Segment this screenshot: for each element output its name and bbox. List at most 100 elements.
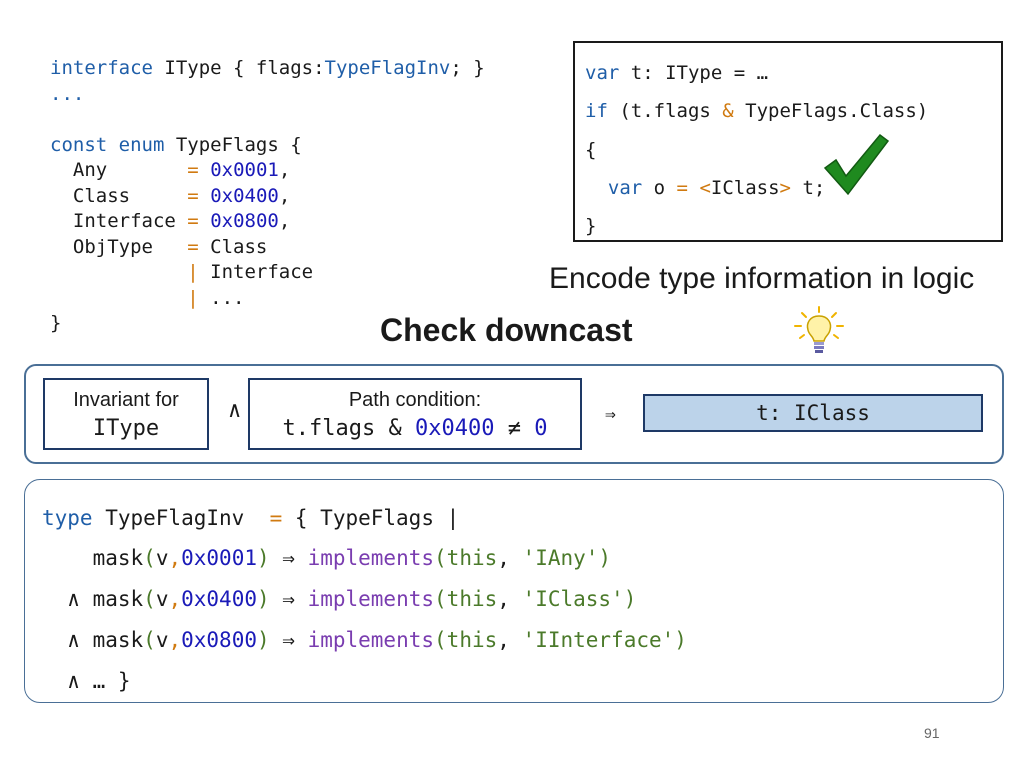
- code-text: ...: [198, 286, 245, 309]
- code-text: v: [155, 628, 169, 652]
- code-type: TypeFlagInv: [324, 57, 451, 79]
- code-text: v: [155, 546, 169, 570]
- invariant-caption: Invariant for: [73, 389, 179, 411]
- code-operator: =: [187, 235, 199, 258]
- path-condition-box: Path condition: t.flags & 0x0400 ≠ 0: [248, 378, 582, 450]
- code-line: }: [585, 215, 596, 237]
- code-text: mask: [92, 587, 144, 611]
- code-keyword: const enum: [50, 133, 165, 156]
- code-line: if (t.flags & TypeFlags.Class): [585, 100, 928, 122]
- code-keyword: if: [585, 100, 608, 122]
- code-text: IType { flags:: [152, 57, 325, 79]
- code-text: this: [446, 628, 498, 652]
- invariant-type: IType: [92, 416, 160, 441]
- code-operator: =: [269, 506, 283, 530]
- code-text: ∧ … }: [42, 669, 131, 693]
- logical-and-symbol: ∧: [228, 398, 242, 423]
- code-number: 0x0800: [181, 628, 257, 652]
- path-condition-caption: Path condition:: [348, 389, 482, 411]
- implies-symbol: ⇒: [605, 404, 616, 425]
- code-text: ⇒: [269, 546, 308, 570]
- code-string: 'IClass': [522, 587, 624, 611]
- code-text: {: [585, 139, 597, 161]
- code-text: ,: [278, 159, 291, 181]
- code-function: implements: [307, 628, 435, 652]
- code-text: o: [642, 177, 677, 199]
- code-keyword: var: [607, 177, 643, 199]
- code-operator: =: [187, 159, 199, 181]
- enum-member-value: 0x0800: [210, 210, 279, 232]
- code-number: 0x0400: [181, 587, 257, 611]
- code-line: var o = <IClass> t;: [585, 177, 825, 199]
- checkmark-icon: [823, 133, 890, 196]
- path-condition-expression: t.flags & 0x0400 ≠ 0: [250, 416, 580, 442]
- code-operator: |: [187, 286, 199, 309]
- enum-member-name: Interface: [50, 210, 188, 232]
- code-number: 0x0400: [414, 416, 495, 441]
- encode-caption: Encode type information in logic: [549, 262, 975, 295]
- downcast-code-box: var t: IType = … if (t.flags & TypeFlags…: [573, 41, 1003, 242]
- type-invariant-panel: type TypeFlagInv = { TypeFlags | mask(v,…: [24, 479, 1004, 703]
- code-text: mask: [92, 628, 144, 652]
- page-number: 91: [924, 725, 940, 741]
- code-text: }: [50, 312, 62, 334]
- code-text: TypeFlags.Class): [733, 100, 929, 122]
- result-type-box: t: IClass: [643, 394, 983, 432]
- code-function: implements: [307, 546, 435, 570]
- code-line: ∧ mask(v,0x0800) ⇒ implements(this, 'IIn…: [42, 628, 687, 652]
- enum-member-value: 0x0400: [210, 184, 279, 207]
- code-text: this: [446, 587, 498, 611]
- code-text: t: IType = …: [619, 62, 769, 84]
- code-operator: =: [187, 210, 199, 232]
- code-operator: <: [699, 177, 711, 199]
- code-text: t.flags &: [282, 416, 415, 441]
- enum-member-name: Class: [50, 184, 188, 207]
- code-operator: =: [187, 184, 199, 207]
- code-operator: &: [722, 100, 734, 122]
- code-text: TypeFlags {: [164, 133, 302, 156]
- code-line: {: [585, 139, 596, 161]
- code-text: ,: [278, 184, 291, 207]
- code-string: 'IInterface': [522, 628, 675, 652]
- code-text: TypeFlagInv: [92, 506, 270, 530]
- code-text: ⇒: [269, 587, 308, 611]
- code-operator: >: [779, 177, 791, 199]
- code-type: IClass: [710, 177, 780, 199]
- code-operator: |: [187, 261, 199, 283]
- code-line: mask(v,0x0001) ⇒ implements(this, 'IAny'…: [42, 546, 611, 570]
- code-keyword: type: [42, 506, 93, 530]
- slide-title: Check downcast: [380, 312, 633, 348]
- code-indent: ∧: [42, 628, 93, 652]
- code-text: Interface: [198, 261, 314, 283]
- code-text: ≠: [494, 416, 535, 441]
- code-text: }: [585, 215, 597, 237]
- enum-member-name: Any: [50, 159, 188, 181]
- code-string: 'IAny': [522, 546, 599, 570]
- code-number: 0x0001: [181, 546, 257, 570]
- code-text: { TypeFlags |: [282, 506, 460, 530]
- lightbulb-icon: [794, 306, 844, 353]
- code-function: implements: [307, 587, 435, 611]
- code-line: type TypeFlagInv = { TypeFlags |: [42, 506, 459, 530]
- code-text: ⇒: [269, 628, 308, 652]
- code-text: v: [155, 587, 169, 611]
- code-indent: ∧: [42, 587, 93, 611]
- code-text: ; }: [450, 57, 485, 79]
- code-text: t;: [791, 177, 826, 199]
- invariant-box: Invariant for IType: [43, 378, 209, 450]
- code-text: ,: [278, 210, 291, 232]
- code-text: this: [446, 546, 498, 570]
- enum-member-value: 0x0001: [210, 159, 279, 181]
- code-text: mask: [92, 546, 144, 570]
- code-line: var t: IType = …: [585, 62, 768, 84]
- enum-member-value: Class: [198, 235, 268, 258]
- code-ellipsis: ...: [50, 82, 85, 105]
- code-operator: =: [676, 177, 688, 199]
- enum-member-name: ObjType: [50, 235, 188, 258]
- code-line: ∧ … }: [42, 669, 131, 693]
